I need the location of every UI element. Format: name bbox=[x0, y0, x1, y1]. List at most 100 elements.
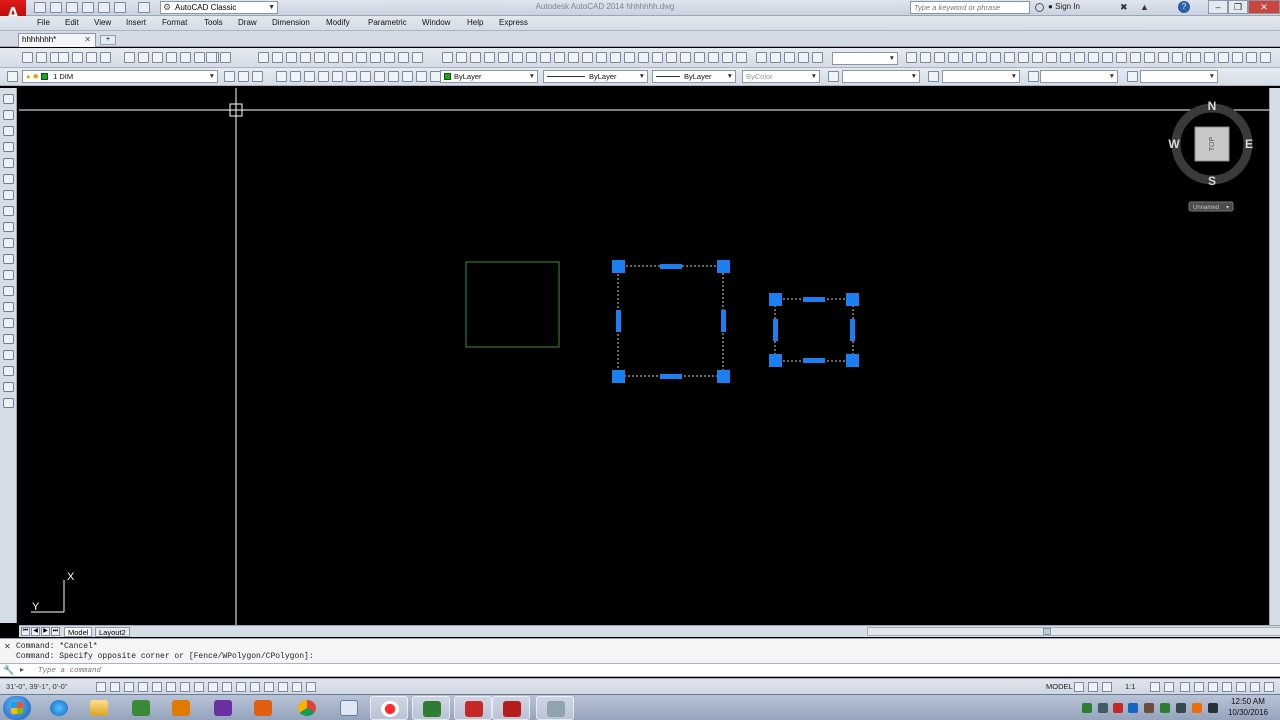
toolbar-tool-icon[interactable] bbox=[276, 71, 287, 82]
vertical-scrollbar[interactable] bbox=[1269, 88, 1280, 625]
text-style-dropdown[interactable]: ▼ bbox=[832, 52, 898, 65]
menu-modify[interactable]: Modify bbox=[326, 18, 350, 27]
midpoint-grip[interactable] bbox=[850, 319, 855, 341]
draw-tool-icon[interactable] bbox=[3, 254, 14, 264]
toolbar-tool-icon[interactable] bbox=[300, 52, 311, 63]
selected-rectangle-small[interactable] bbox=[769, 293, 859, 367]
menu-format[interactable]: Format bbox=[162, 18, 187, 27]
command-prompt-icon[interactable]: ▸ bbox=[20, 665, 24, 674]
toolbar-tool-icon[interactable] bbox=[1218, 52, 1229, 63]
draw-tool-icon[interactable] bbox=[3, 398, 14, 408]
toolbar-tool-icon[interactable] bbox=[680, 52, 691, 63]
status-toggle-icon[interactable] bbox=[194, 682, 204, 692]
toolbar-tool-icon[interactable] bbox=[356, 52, 367, 63]
toolbar-tool-icon[interactable] bbox=[416, 71, 427, 82]
compass-east[interactable]: E bbox=[1245, 137, 1253, 151]
toolbar-tool-icon[interactable] bbox=[370, 52, 381, 63]
toolbar-tool-icon[interactable] bbox=[304, 71, 315, 82]
toolbar-tool-icon[interactable] bbox=[1127, 71, 1138, 82]
toolbar-tool-icon[interactable] bbox=[540, 52, 551, 63]
toolbar-tool-icon[interactable] bbox=[430, 71, 441, 82]
command-input[interactable] bbox=[38, 665, 938, 676]
midpoint-grip[interactable] bbox=[660, 264, 682, 269]
toolbar-tool-icon[interactable] bbox=[258, 52, 269, 63]
draw-tool-icon[interactable] bbox=[3, 286, 14, 296]
taskbar-app[interactable] bbox=[122, 696, 160, 720]
draw-tool-icon[interactable] bbox=[3, 142, 14, 152]
midpoint-grip[interactable] bbox=[721, 310, 726, 332]
toolbar-tool-icon[interactable] bbox=[708, 52, 719, 63]
dimension-style-dropdown[interactable]: ▼ bbox=[942, 70, 1020, 83]
corner-grip[interactable] bbox=[612, 260, 625, 273]
taskbar-internet-explorer[interactable] bbox=[40, 696, 78, 720]
toolbar-tool-icon[interactable] bbox=[398, 52, 409, 63]
new-icon[interactable] bbox=[34, 2, 46, 13]
next-layout-icon[interactable]: ▶ bbox=[41, 627, 50, 636]
status-toggle-icon[interactable] bbox=[250, 682, 260, 692]
toolbar-tool-icon[interactable] bbox=[36, 52, 47, 63]
toolbar-tool-icon[interactable] bbox=[666, 52, 677, 63]
toolbar-tool-icon[interactable] bbox=[360, 71, 371, 82]
toolbar-tool-icon[interactable] bbox=[318, 71, 329, 82]
open-icon[interactable] bbox=[50, 2, 62, 13]
close-icon[interactable]: ✕ bbox=[4, 642, 11, 651]
toolbar-tool-icon[interactable] bbox=[934, 52, 945, 63]
midpoint-grip[interactable] bbox=[660, 374, 682, 379]
wrench-icon[interactable]: 🔧 bbox=[3, 665, 14, 676]
first-layout-icon[interactable]: ⏮ bbox=[21, 627, 30, 636]
toolbar-tool-icon[interactable] bbox=[1172, 52, 1183, 63]
tray-icon[interactable] bbox=[1144, 703, 1154, 713]
toolbar-tool-icon[interactable] bbox=[976, 52, 987, 63]
menu-parametric[interactable]: Parametric bbox=[368, 18, 407, 27]
toolbar-tool-icon[interactable] bbox=[512, 52, 523, 63]
taskbar-pdf-reader[interactable] bbox=[454, 696, 492, 720]
status-toggle-icon[interactable] bbox=[1088, 682, 1098, 692]
toolbar-tool-icon[interactable] bbox=[412, 52, 423, 63]
toolbar-tool-icon[interactable] bbox=[756, 52, 767, 63]
toolbar-tool-icon[interactable] bbox=[526, 52, 537, 63]
toolbar-tool-icon[interactable] bbox=[224, 71, 235, 82]
toolbar-tool-icon[interactable] bbox=[484, 52, 495, 63]
toolbar-tool-icon[interactable] bbox=[7, 71, 18, 82]
toolbar-tool-icon[interactable] bbox=[470, 52, 481, 63]
taskbar-media-player[interactable] bbox=[162, 696, 200, 720]
toolbar-tool-icon[interactable] bbox=[582, 52, 593, 63]
status-toggle-icon[interactable] bbox=[1208, 682, 1218, 692]
corner-grip[interactable] bbox=[769, 354, 782, 367]
toolbar-tool-icon[interactable] bbox=[252, 71, 263, 82]
status-toggle-icon[interactable] bbox=[1250, 682, 1260, 692]
toolbar-tool-icon[interactable] bbox=[1028, 71, 1039, 82]
menu-dimension[interactable]: Dimension bbox=[272, 18, 310, 27]
toolbar-tool-icon[interactable] bbox=[290, 71, 301, 82]
toolbar-tool-icon[interactable] bbox=[388, 71, 399, 82]
toolbar-tool-icon[interactable] bbox=[100, 52, 111, 63]
start-button[interactable] bbox=[3, 696, 31, 720]
toolbar-tool-icon[interactable] bbox=[928, 71, 939, 82]
tray-icon[interactable] bbox=[1098, 703, 1108, 713]
plot-style-dropdown[interactable]: ByColor ▼ bbox=[742, 70, 820, 83]
toolbar-tool-icon[interactable] bbox=[1018, 52, 1029, 63]
toolbar-tool-icon[interactable] bbox=[694, 52, 705, 63]
binoculars-icon[interactable] bbox=[1035, 3, 1044, 12]
toolbar-tool-icon[interactable] bbox=[166, 52, 177, 63]
tray-icon[interactable] bbox=[1160, 703, 1170, 713]
corner-grip[interactable] bbox=[769, 293, 782, 306]
toolbar-tool-icon[interactable] bbox=[22, 52, 33, 63]
help-icon[interactable]: ? bbox=[1178, 1, 1190, 13]
plot-icon[interactable] bbox=[98, 2, 110, 13]
status-toggle-icon[interactable] bbox=[1194, 682, 1204, 692]
table-style-dropdown[interactable]: ▼ bbox=[1040, 70, 1118, 83]
status-toggle-icon[interactable] bbox=[1164, 682, 1174, 692]
toolbar-tool-icon[interactable] bbox=[722, 52, 733, 63]
previous-layout-icon[interactable]: ◀ bbox=[31, 627, 40, 636]
status-toggle-icon[interactable] bbox=[1074, 682, 1084, 692]
toolbar-tool-icon[interactable] bbox=[1004, 52, 1015, 63]
draw-tool-icon[interactable] bbox=[3, 190, 14, 200]
taskbar-audio-app[interactable] bbox=[244, 696, 282, 720]
tab-layout2[interactable]: Layout2 bbox=[95, 627, 130, 637]
a360-icon[interactable]: ▲ bbox=[1140, 2, 1149, 12]
toolbar-tool-icon[interactable] bbox=[906, 52, 917, 63]
redo-icon[interactable] bbox=[138, 2, 150, 13]
rectangle-object[interactable] bbox=[465, 261, 560, 348]
tray-icon[interactable] bbox=[1128, 703, 1138, 713]
